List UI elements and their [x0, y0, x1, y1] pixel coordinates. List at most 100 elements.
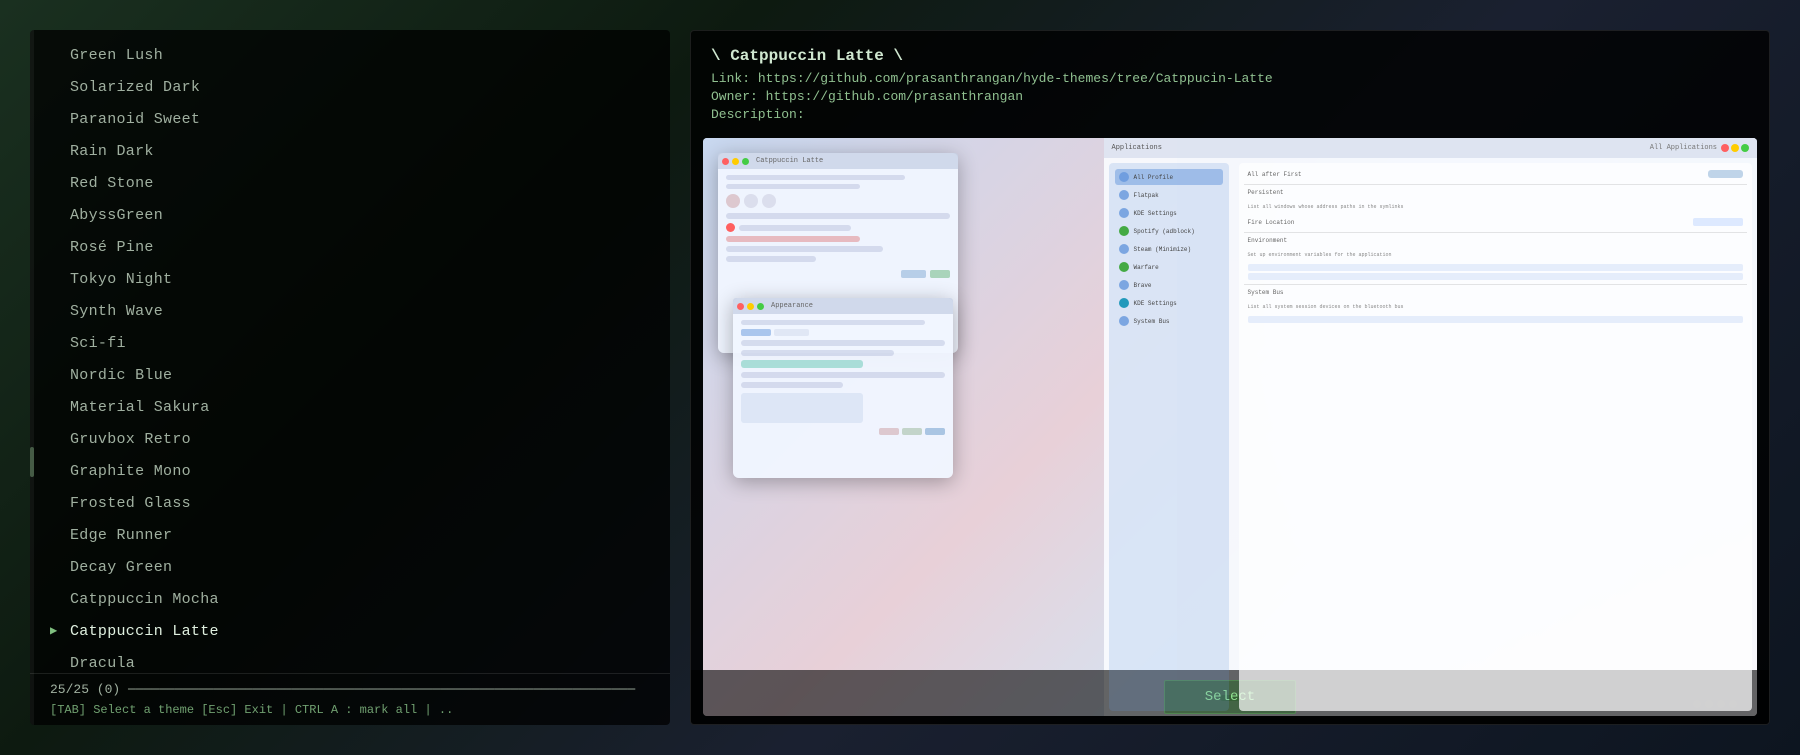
theme-item-frosted-glass[interactable]: Frosted Glass: [30, 488, 670, 520]
mock-sidebar-dot: [1119, 262, 1129, 272]
mock-titlebar-2: Appearance: [733, 298, 953, 314]
mock-sidebar-dot: [1119, 316, 1129, 326]
mock-window-btns: [1721, 144, 1749, 152]
theme-item-material-sakura[interactable]: Material Sakura: [30, 392, 670, 424]
mock-content-row: Environment: [1244, 235, 1747, 246]
theme-item-decay-green[interactable]: Decay Green: [30, 552, 670, 584]
mock-line-accent: [726, 236, 860, 242]
close-dot: [722, 158, 729, 165]
theme-item-synth-wave[interactable]: Synth Wave: [30, 296, 670, 328]
mock-sidebar-item-0: All Profile: [1115, 169, 1223, 185]
mock-sidebar-item-2: KDE Settings: [1115, 205, 1223, 221]
mock-env-row: [1248, 273, 1743, 280]
mock-app-body: All Profile Flatpak KDE Settings Spotify (a…: [1104, 158, 1757, 716]
mock-btns: [741, 428, 945, 435]
mock-input: [1693, 218, 1743, 226]
theme-item-tokyo-night[interactable]: Tokyo Night: [30, 264, 670, 296]
mock-env-vars: [1244, 264, 1747, 280]
mock-content-row: Set up environment variables for the app…: [1244, 250, 1747, 260]
theme-item-nordic-blue[interactable]: Nordic Blue: [30, 360, 670, 392]
mock-sidebar-dot: [1119, 190, 1129, 200]
theme-item-edge-runner[interactable]: Edge Runner: [30, 520, 670, 552]
mock-sidebar-item-6: Brave: [1115, 277, 1223, 293]
mock-line: [726, 175, 905, 180]
mock-sidebar-item-1: Flatpak: [1115, 187, 1223, 203]
mock-line: [726, 246, 883, 252]
mock-buttons: [726, 270, 950, 278]
mock-content-row: List all system session devices on the b…: [1244, 302, 1747, 312]
mock-content-row: Persistent: [1244, 187, 1747, 198]
mock-line: [741, 382, 843, 388]
mock-sidebar-dot: [1119, 172, 1129, 182]
mock-divider: [1244, 232, 1747, 233]
theme-item-red-stone[interactable]: Red Stone: [30, 168, 670, 200]
mock-nav: [726, 194, 950, 208]
mock-sidebar-item-3: Spotify (adblock): [1115, 223, 1223, 239]
mock-app-titlebar: Applications All Applications: [1104, 138, 1757, 158]
mock-nav-dot: [726, 194, 740, 208]
mock-sidebar-item-8: System Bus: [1115, 313, 1223, 329]
owner-url: https://github.com/prasanthrangan: [766, 89, 1023, 104]
mock-app-title-text: Applications: [1112, 144, 1646, 152]
mock-app-main: All after First Persistent List all wind…: [1239, 163, 1752, 711]
theme-item-catppuccin-mocha[interactable]: Catppuccin Mocha: [30, 584, 670, 616]
mock-btn: [930, 270, 950, 278]
mock-app-subtitle: All Applications: [1650, 144, 1717, 152]
min-dot-2: [747, 303, 754, 310]
status-bar: 25/25 (0) ──────────────────────────────…: [30, 673, 670, 725]
mock-sidebar-dot: [1119, 298, 1129, 308]
mock-btn: [902, 428, 922, 435]
mock-divider: [1244, 284, 1747, 285]
mock-bus-vars: [1244, 316, 1747, 323]
mock-sidebar-dot: [1119, 226, 1129, 236]
theme-item-graphite-mono[interactable]: Graphite Mono: [30, 456, 670, 488]
theme-item-abyss-green[interactable]: AbyssGreen: [30, 200, 670, 232]
mock-content-row: System Bus: [1244, 287, 1747, 298]
win-btn-min: [1731, 144, 1739, 152]
mock-sidebar-item-7: KDE Settings: [1115, 295, 1223, 311]
mock-row: [726, 223, 950, 232]
theme-item-catppuccin-latte[interactable]: Catppuccin Latte: [30, 616, 670, 648]
theme-item-green-lush[interactable]: Green Lush: [30, 40, 670, 72]
theme-item-dracula[interactable]: Dracula: [30, 648, 670, 673]
main-container: Green LushSolarized DarkParanoid SweetRa…: [0, 0, 1800, 755]
preview-owner: Owner: https://github.com/prasanthrangan: [711, 89, 1749, 104]
mock-sidebar-dot: [1119, 208, 1129, 218]
preview-title: \ Catppuccin Latte \: [711, 47, 1749, 65]
max-dot-2: [757, 303, 764, 310]
mock-titlebar-1: Catppuccin Latte: [718, 153, 958, 169]
mock-nav-dot: [762, 194, 776, 208]
mock-tab: [774, 329, 809, 336]
left-panel: Green LushSolarized DarkParanoid SweetRa…: [30, 30, 670, 725]
theme-item-sci-fi[interactable]: Sci-fi: [30, 328, 670, 360]
mock-bus-row: [1248, 316, 1743, 323]
mock-line: [739, 225, 851, 231]
status-help: [TAB] Select a theme [Esc] Exit | CTRL A…: [50, 703, 650, 717]
mock-preview-box: [741, 393, 863, 423]
link-label: Link:: [711, 71, 750, 86]
mock-left-area: Catppuccin Latte: [703, 138, 1104, 716]
mock-tab: [741, 329, 771, 336]
window-title-text: Catppuccin Latte: [756, 157, 954, 165]
mock-line: [726, 256, 816, 262]
mock-line-accent: [741, 360, 863, 368]
mock-content-row: List all windows whose address paths in …: [1244, 202, 1747, 212]
mock-content-row: All after First: [1244, 168, 1747, 180]
mock-app-sidebar: All Profile Flatpak KDE Settings Spotify (a…: [1109, 163, 1229, 711]
close-dot-2: [737, 303, 744, 310]
mock-sidebar-dot: [1119, 244, 1129, 254]
preview-image-container: Catppuccin Latte: [703, 138, 1757, 716]
theme-item-solarized-dark[interactable]: Solarized Dark: [30, 72, 670, 104]
mock-sidebar-item-5: Warfare: [1115, 259, 1223, 275]
theme-item-paranoid-sweet[interactable]: Paranoid Sweet: [30, 104, 670, 136]
right-panel: \ Catppuccin Latte \ Link: https://githu…: [690, 30, 1770, 725]
win-btn-close: [1721, 144, 1729, 152]
theme-item-gruvbox-retro[interactable]: Gruvbox Retro: [30, 424, 670, 456]
mock-divider: [1244, 184, 1747, 185]
link-url: https://github.com/prasanthrangan/hyde-t…: [758, 71, 1273, 86]
win-btn-max: [1741, 144, 1749, 152]
mock-tabs: [741, 329, 945, 336]
theme-item-rain-dark[interactable]: Rain Dark: [30, 136, 670, 168]
mock-sidebar-dot: [1119, 280, 1129, 290]
theme-item-rose-pine[interactable]: Rosé Pine: [30, 232, 670, 264]
